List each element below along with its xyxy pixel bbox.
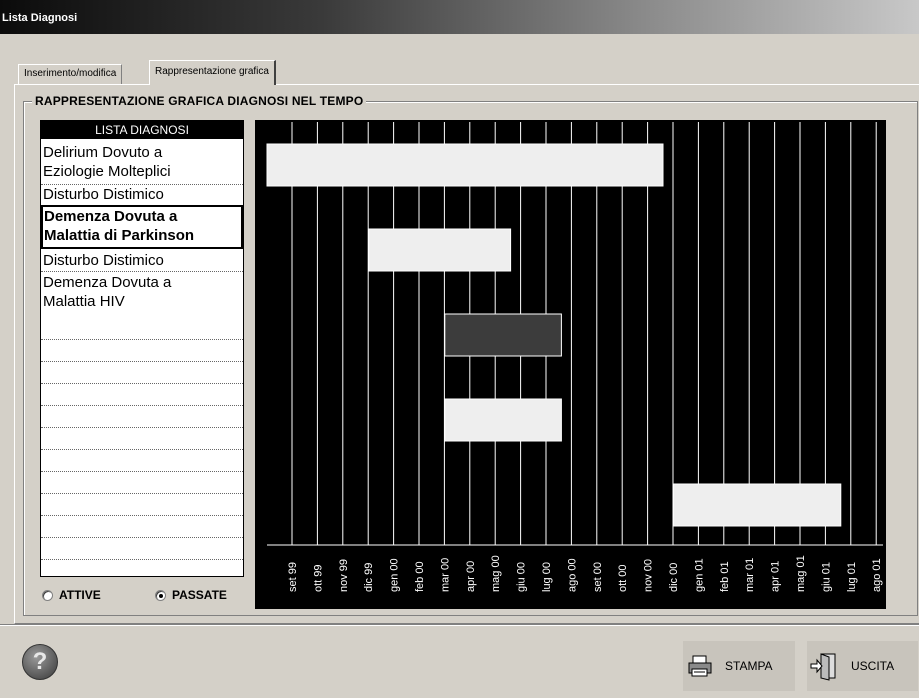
month-tick-label: set 99: [287, 562, 299, 592]
list-item-line: Delirium Dovuto a: [43, 144, 163, 161]
list-empty-row: [41, 405, 243, 406]
timeline-chart: set 99 ott 99 nov 99 dic 99 gen 00 feb 00 mar …: [255, 120, 886, 609]
month-tick-label: dic 99: [363, 563, 375, 592]
list-item[interactable]: Delirium Dovuto a Eziologie Molteplici: [41, 143, 243, 185]
list-item-line: Malattia di Parkinson: [44, 227, 195, 244]
list-item-line: Disturbo Distimico: [43, 186, 164, 203]
list-item-line: Demenza Dovuta a: [43, 274, 172, 291]
diagnosis-bar: [266, 143, 664, 187]
list-item[interactable]: Demenza Dovuta a Malattia HIV: [41, 273, 243, 315]
month-tick-label: ott 00: [617, 564, 629, 592]
list-empty-row: [41, 339, 243, 340]
list-empty-row: [41, 537, 243, 538]
list-empty-row: [41, 493, 243, 494]
list-item-line: Demenza Dovuta a: [44, 208, 178, 225]
month-tick-label: gen 01: [693, 558, 705, 592]
list-item-line: Disturbo Distimico: [43, 252, 164, 269]
bottom-separator: [0, 624, 919, 626]
month-tick-label: feb 00: [414, 561, 426, 592]
exit-door-icon: [807, 649, 841, 683]
stampa-label: STAMPA: [725, 659, 773, 673]
radio-passate-label: PASSATE: [172, 588, 227, 602]
list-item-line: Malattia HIV: [43, 293, 125, 310]
month-tick-label: gen 00: [389, 558, 401, 592]
timeline-svg: set 99 ott 99 nov 99 dic 99 gen 00 feb 00 mar …: [266, 122, 883, 592]
list-item-line: Eziologie Molteplici: [43, 163, 171, 180]
radio-passate-circle[interactable]: [155, 589, 166, 601]
month-tick-label: apr 01: [770, 561, 782, 592]
month-tick-label: mar 00: [439, 558, 451, 592]
month-tick-label: lug 01: [846, 562, 858, 592]
radio-attive[interactable]: ATTIVE: [42, 588, 101, 602]
diagnosis-bar: [672, 483, 842, 527]
list-header: LISTA DIAGNOSI: [41, 121, 243, 139]
tab-inserimento-modifica[interactable]: Inserimento/modifica: [18, 64, 123, 84]
list-empty-row: [41, 361, 243, 362]
diagnosis-list[interactable]: LISTA DIAGNOSI Delirium Dovuto a Eziolog…: [40, 120, 244, 577]
list-item[interactable]: Disturbo Distimico: [41, 251, 243, 272]
group-title: RAPPRESENTAZIONE GRAFICA DIAGNOSI NEL TE…: [32, 94, 367, 108]
uscita-button[interactable]: USCITA: [806, 640, 919, 692]
month-tick-label: apr 00: [465, 561, 477, 592]
list-empty-row: [41, 559, 243, 560]
month-tick-label: mag 01: [795, 555, 807, 592]
list-item[interactable]: Disturbo Distimico: [41, 185, 243, 206]
month-tick-label: giu 00: [516, 562, 528, 592]
radio-attive-circle[interactable]: [42, 589, 53, 601]
diagnosis-bar: [368, 228, 512, 272]
month-tick-label: nov 99: [338, 559, 350, 592]
list-empty-row: [41, 471, 243, 472]
list-empty-row: [41, 427, 243, 428]
stampa-button[interactable]: STAMPA: [682, 640, 796, 692]
printer-icon: [683, 649, 717, 683]
uscita-label: USCITA: [851, 659, 895, 673]
window-title: Lista Diagnosi: [0, 0, 919, 34]
list-empty-row: [41, 449, 243, 450]
month-tick-label: nov 00: [643, 559, 655, 592]
month-tick-label: mag 00: [490, 555, 502, 592]
month-tick-label: ago 00: [566, 558, 578, 592]
diagnosis-bar: [444, 313, 562, 357]
list-empty-row: [41, 515, 243, 516]
month-tick-label: ott 99: [312, 564, 324, 592]
month-tick-label: feb 01: [719, 561, 731, 592]
tab-rappresentazione-grafica[interactable]: Rappresentazione grafica: [149, 60, 276, 85]
month-tick-label: set 00: [592, 562, 604, 592]
radio-passate[interactable]: PASSATE: [155, 588, 227, 602]
list-empty-row: [41, 383, 243, 384]
radio-attive-label: ATTIVE: [59, 588, 101, 602]
month-tick-label: dic 00: [668, 563, 680, 592]
list-item-selected[interactable]: Demenza Dovuta a Malattia di Parkinson: [41, 205, 243, 249]
help-icon[interactable]: ?: [22, 644, 58, 680]
month-tick-label: mar 01: [744, 558, 756, 592]
month-tick-label: giu 01: [820, 562, 832, 592]
diagnosis-bar: [444, 398, 562, 442]
month-tick-label: lug 00: [541, 562, 553, 592]
month-tick-label: ago 01: [871, 558, 883, 592]
